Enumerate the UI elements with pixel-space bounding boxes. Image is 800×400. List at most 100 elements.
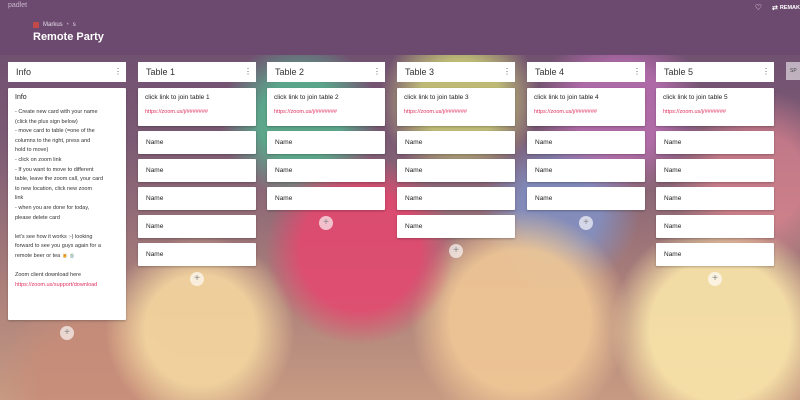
- column-header: Table 1 ⋮: [138, 62, 256, 82]
- column-table-5: Table 5 ⋮ click link to join table 5 https:…: [656, 62, 774, 286]
- name-card[interactable]: Name: [267, 131, 385, 154]
- zoom-link[interactable]: https://zoom.us/j/#######: [404, 109, 508, 115]
- zoom-link[interactable]: https://zoom.us/j/#######: [274, 109, 378, 115]
- zoom-link[interactable]: https://zoom.us/j/#######: [145, 109, 249, 115]
- name-label: Name: [664, 167, 682, 174]
- remake-button[interactable]: ⇄ REMAK: [772, 4, 800, 12]
- more-options-icon[interactable]: ⋮: [244, 68, 252, 76]
- column-title[interactable]: Table 2: [275, 67, 304, 77]
- info-card[interactable]: Info - Create new card with your name (c…: [8, 88, 126, 320]
- column-title[interactable]: Table 5: [664, 67, 693, 77]
- info-card-heading: Info: [15, 94, 27, 101]
- name-card[interactable]: Name: [656, 187, 774, 210]
- name-card[interactable]: Name: [656, 159, 774, 182]
- name-card[interactable]: Name: [138, 159, 256, 182]
- separator-dot: •: [66, 22, 69, 28]
- card-title: click link to join table 4: [534, 94, 599, 101]
- column-table-4: Table 4 ⋮ click link to join table 4 https:…: [527, 62, 645, 230]
- add-post-button[interactable]: +: [190, 272, 204, 286]
- name-label: Name: [535, 167, 553, 174]
- name-label: Name: [664, 139, 682, 146]
- name-card[interactable]: Name: [656, 131, 774, 154]
- card-title: click link to join table 1: [145, 94, 210, 101]
- padlet-logo[interactable]: padlet: [8, 2, 27, 9]
- name-label: Name: [146, 223, 164, 230]
- name-card[interactable]: Name: [397, 159, 515, 182]
- name-label: Name: [405, 139, 423, 146]
- partial-column-header[interactable]: SP: [786, 62, 800, 80]
- zoom-link[interactable]: https://zoom.us/j/#######: [534, 109, 638, 115]
- column-header: Table 2 ⋮: [267, 62, 385, 82]
- info-card-body: - Create new card with your name (click …: [15, 109, 104, 279]
- name-label: Name: [405, 223, 423, 230]
- card-title: click link to join table 3: [404, 94, 469, 101]
- column-title[interactable]: Table 3: [405, 67, 434, 77]
- column-title[interactable]: Table 1: [146, 67, 175, 77]
- name-label: Name: [405, 167, 423, 174]
- name-card[interactable]: Name: [267, 159, 385, 182]
- author-row: Markus • s: [33, 22, 76, 28]
- column-info: Info ⋮ Info - Create new card with your …: [8, 62, 126, 340]
- author-suffix: s: [72, 22, 76, 28]
- name-card[interactable]: Name: [267, 187, 385, 210]
- name-card[interactable]: Name: [656, 243, 774, 266]
- add-post-button[interactable]: +: [60, 326, 74, 340]
- name-card[interactable]: Name: [138, 187, 256, 210]
- column-title[interactable]: Table 4: [535, 67, 564, 77]
- column-header: Table 3 ⋮: [397, 62, 515, 82]
- name-label: Name: [146, 251, 164, 258]
- name-label: Name: [664, 195, 682, 202]
- add-post-button[interactable]: +: [579, 216, 593, 230]
- name-label: Name: [405, 195, 423, 202]
- more-options-icon[interactable]: ⋮: [373, 68, 381, 76]
- more-options-icon[interactable]: ⋮: [762, 68, 770, 76]
- join-link-card[interactable]: click link to join table 4 https://zoom.u…: [527, 88, 645, 126]
- top-right-actions: ♡ ⇄ REMAK: [755, 3, 800, 12]
- author-name[interactable]: Markus: [43, 22, 63, 28]
- column-title[interactable]: Info: [16, 67, 31, 77]
- name-label: Name: [664, 223, 682, 230]
- name-label: Name: [275, 139, 293, 146]
- name-label: Name: [275, 167, 293, 174]
- name-label: Name: [664, 251, 682, 258]
- name-card[interactable]: Name: [138, 131, 256, 154]
- name-card[interactable]: Name: [656, 215, 774, 238]
- name-card[interactable]: Name: [397, 215, 515, 238]
- more-options-icon[interactable]: ⋮: [503, 68, 511, 76]
- name-label: Name: [146, 139, 164, 146]
- name-card[interactable]: Name: [527, 187, 645, 210]
- join-link-card[interactable]: click link to join table 2 https://zoom.u…: [267, 88, 385, 126]
- join-link-card[interactable]: click link to join table 5 https://zoom.u…: [656, 88, 774, 126]
- name-card[interactable]: Name: [397, 187, 515, 210]
- column-table-1: Table 1 ⋮ click link to join table 1 https:…: [138, 62, 256, 286]
- name-label: Name: [535, 195, 553, 202]
- more-options-icon[interactable]: ⋮: [633, 68, 641, 76]
- more-options-icon[interactable]: ⋮: [114, 68, 122, 76]
- name-label: Name: [146, 167, 164, 174]
- column-header: Table 4 ⋮: [527, 62, 645, 82]
- zoom-link[interactable]: https://zoom.us/j/#######: [663, 109, 767, 115]
- name-card[interactable]: Name: [397, 131, 515, 154]
- name-card[interactable]: Name: [138, 215, 256, 238]
- avatar[interactable]: [33, 22, 39, 28]
- name-label: Name: [146, 195, 164, 202]
- column-header: Table 5 ⋮: [656, 62, 774, 82]
- name-label: Name: [535, 139, 553, 146]
- name-card[interactable]: Name: [527, 159, 645, 182]
- join-link-card[interactable]: click link to join table 1 https://zoom.u…: [138, 88, 256, 126]
- board-title: Remote Party: [33, 31, 104, 43]
- heart-icon[interactable]: ♡: [755, 3, 762, 12]
- zoom-download-link[interactable]: https://zoom.us/support/download: [15, 281, 119, 291]
- column-header-info: Info ⋮: [8, 62, 126, 82]
- join-link-card[interactable]: click link to join table 3 https://zoom.u…: [397, 88, 515, 126]
- name-card[interactable]: Name: [138, 243, 256, 266]
- add-post-button[interactable]: +: [319, 216, 333, 230]
- remake-icon: ⇄: [771, 4, 778, 12]
- column-table-3: Table 3 ⋮ click link to join table 3 https:…: [397, 62, 515, 258]
- name-card[interactable]: Name: [527, 131, 645, 154]
- add-post-button[interactable]: +: [708, 272, 722, 286]
- card-title: click link to join table 2: [274, 94, 339, 101]
- add-post-button[interactable]: +: [449, 244, 463, 258]
- column-table-2: Table 2 ⋮ click link to join table 2 https:…: [267, 62, 385, 230]
- top-bar: padlet Markus • s Remote Party ♡ ⇄ REMAK: [0, 0, 800, 55]
